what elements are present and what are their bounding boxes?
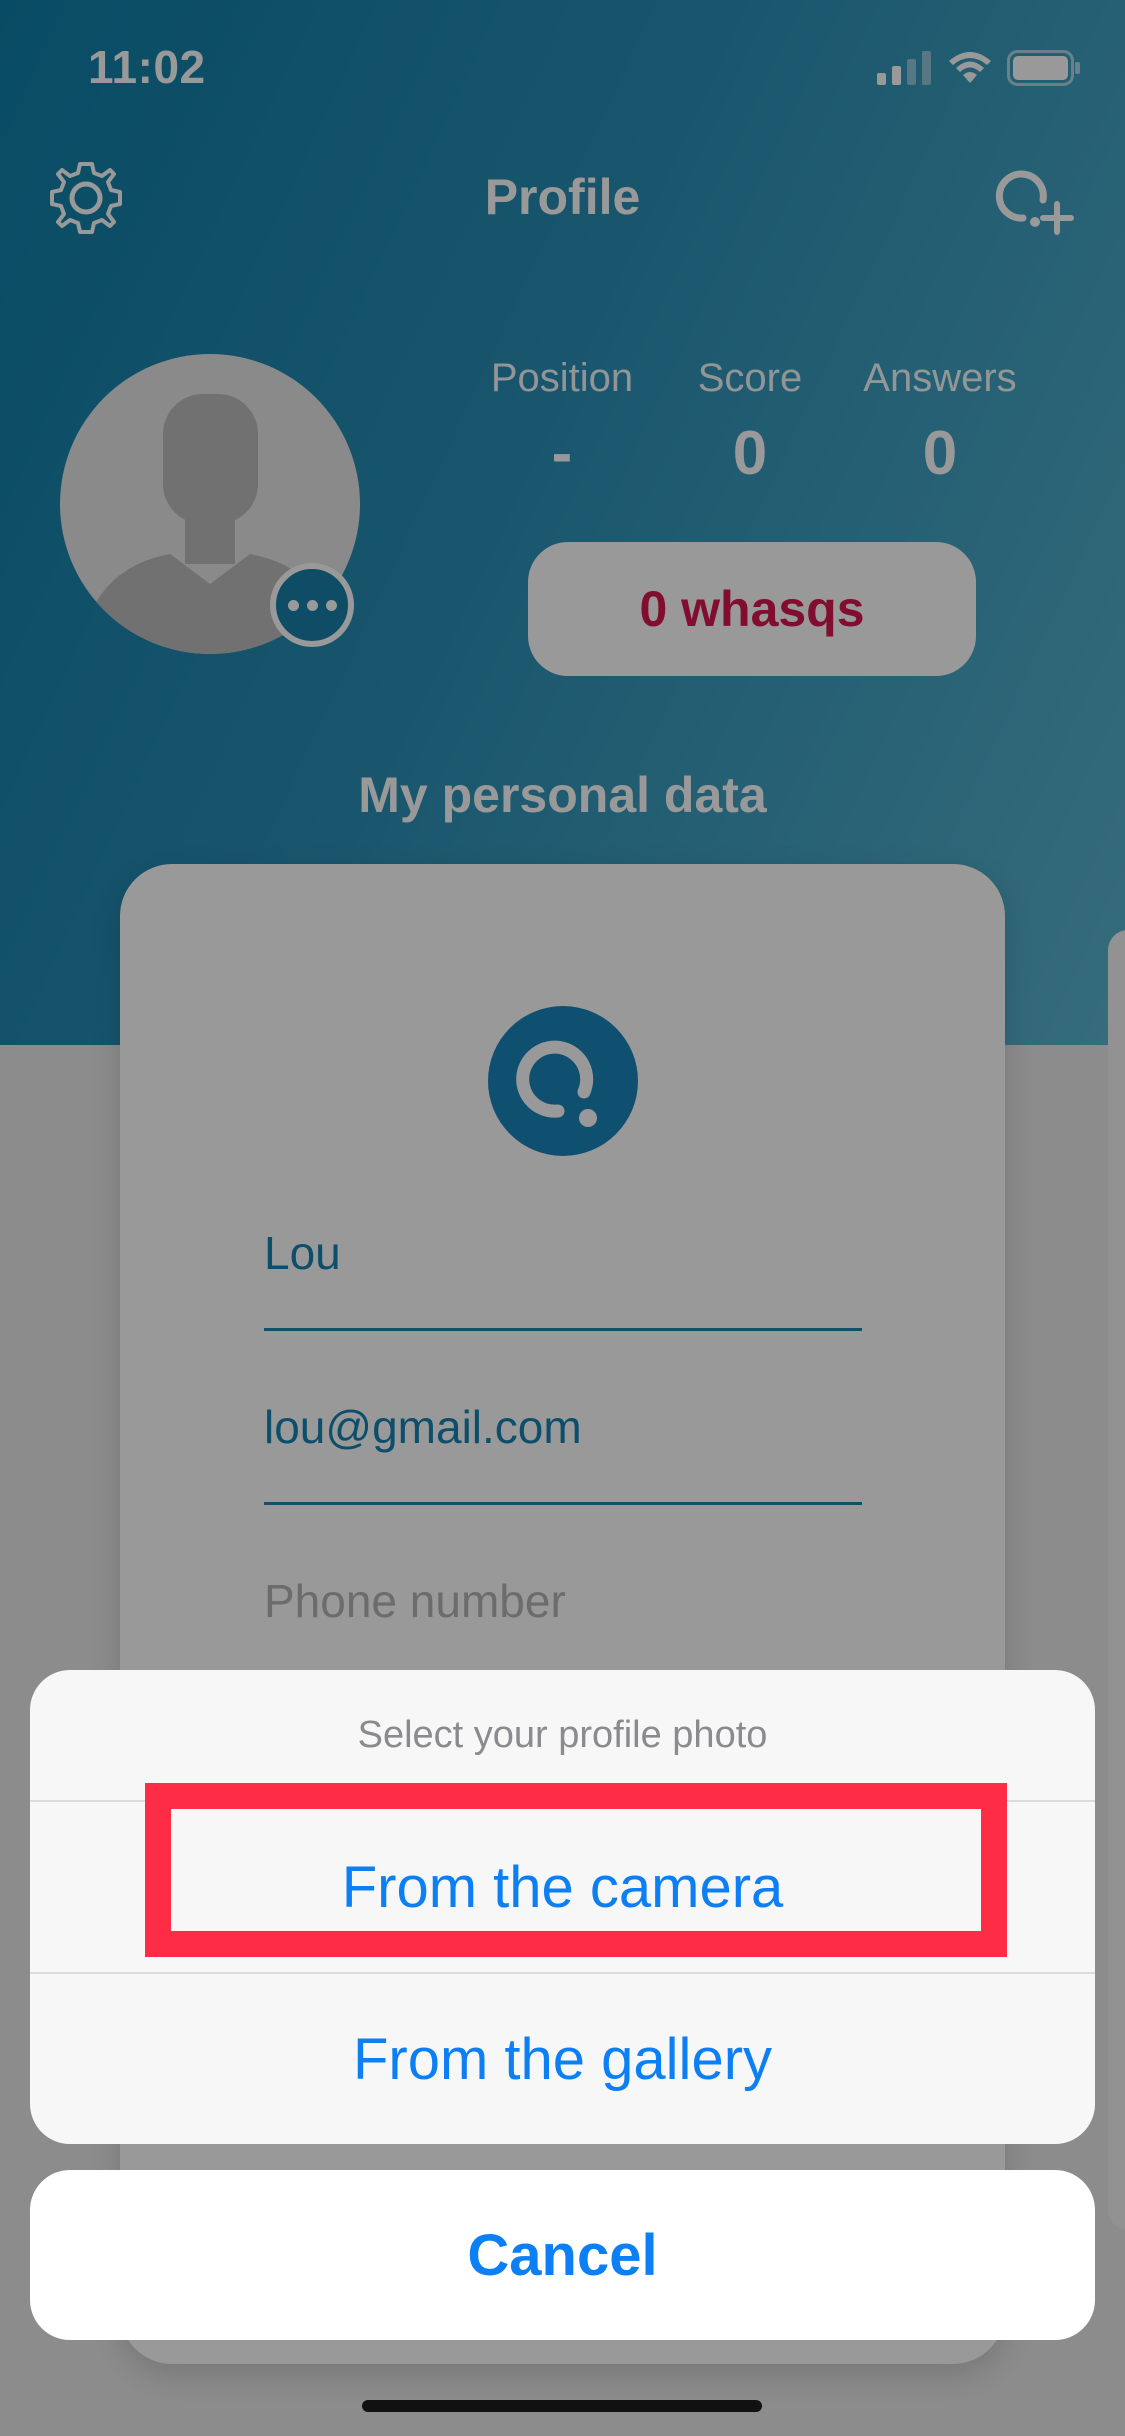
home-indicator[interactable] xyxy=(362,2400,762,2412)
highlight-box xyxy=(145,1783,1007,1957)
cancel-button[interactable]: Cancel xyxy=(30,2170,1095,2340)
action-sheet-title: Select your profile photo xyxy=(357,1713,768,1756)
from-gallery-button[interactable]: From the gallery xyxy=(30,1974,1095,2144)
